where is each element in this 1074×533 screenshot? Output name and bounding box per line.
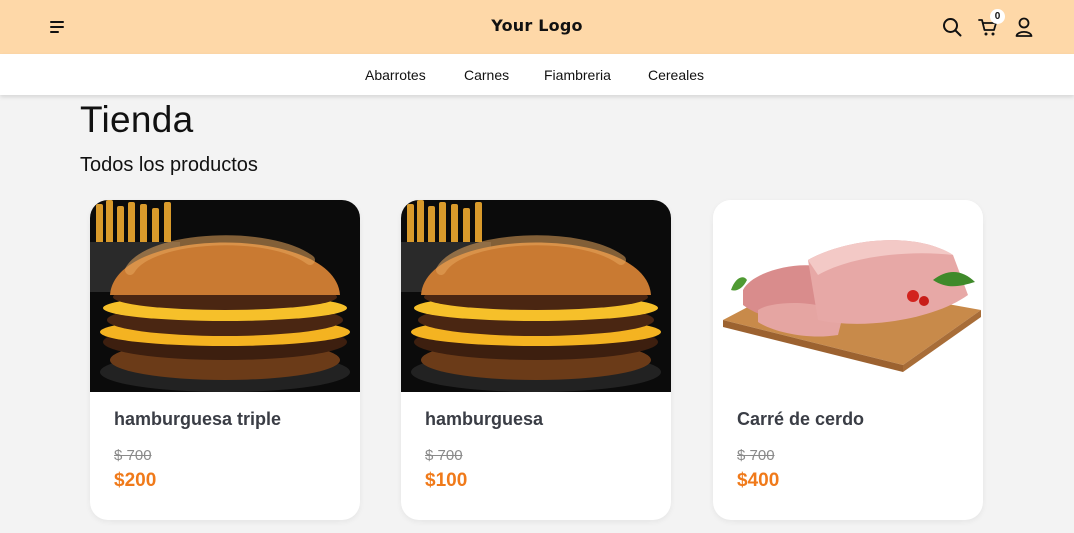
product-card[interactable]: hamburguesa $ 700 $100 (401, 200, 671, 520)
product-card[interactable]: Carré de cerdo $ 700 $400 (713, 200, 983, 520)
page-subtitle: Todos los productos (80, 154, 258, 176)
product-name: hamburguesa triple (114, 409, 282, 429)
product-price: $100 (425, 470, 468, 491)
burger-image (401, 200, 671, 392)
cart-count-badge: 0 (990, 9, 1005, 24)
product-old-price: $ 700 (425, 447, 463, 464)
category-nav: Abarrotes Carnes Fiambreria Cereales (0, 54, 1074, 95)
product-price: $400 (737, 470, 780, 491)
product-name: Carré de cerdo (737, 409, 865, 429)
category-abarrotes[interactable]: Abarrotes (365, 67, 426, 83)
burger-image (90, 200, 360, 392)
category-fiambreria[interactable]: Fiambreria (544, 67, 611, 83)
product-card[interactable]: hamburguesa triple $ 700 $200 (90, 200, 360, 520)
search-icon[interactable] (941, 16, 963, 38)
product-price: $200 (114, 470, 157, 491)
page-title: Tienda (80, 99, 194, 140)
pork-loin-image (713, 200, 983, 392)
category-carnes[interactable]: Carnes (464, 67, 509, 83)
product-old-price: $ 700 (114, 447, 152, 464)
top-header: Your Logo 0 (0, 0, 1074, 54)
product-old-price: $ 700 (737, 447, 775, 464)
product-name: hamburguesa (425, 409, 544, 429)
site-logo[interactable]: Your Logo (0, 16, 1074, 35)
category-cereales[interactable]: Cereales (648, 67, 704, 83)
user-icon[interactable] (1013, 16, 1035, 38)
